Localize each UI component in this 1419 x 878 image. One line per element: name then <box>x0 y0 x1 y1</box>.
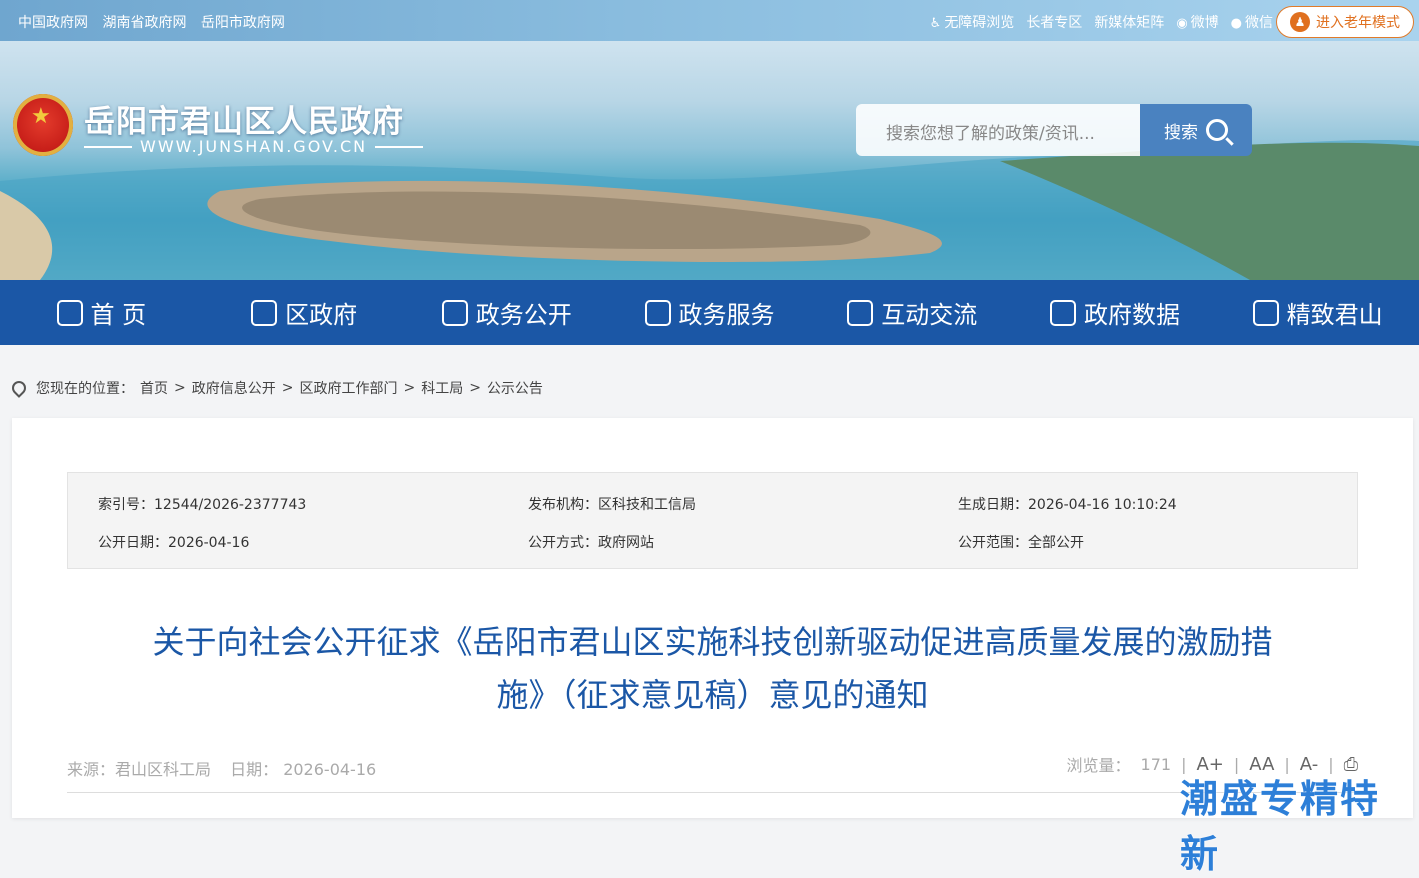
location-pin-icon <box>9 378 29 398</box>
accessible-link[interactable]: ♿ 无障碍浏览 <box>930 12 1015 32</box>
meta-index: 索引号：12544/2026-2377743 <box>98 497 307 513</box>
meta-public-date: 公开日期：2026-04-16 <box>98 535 250 551</box>
article-card: 索引号：12544/2026-2377743 发布机构：区科技和工信局 生成日期… <box>12 418 1413 818</box>
header-banner: 岳阳市君山区人民政府 WWW.JUNSHAN.GOV.CN 搜索您想了解的政策/… <box>0 41 1419 280</box>
chat-icon <box>847 299 874 326</box>
search-icon <box>1206 119 1228 141</box>
top-bar: 中国政府网 湖南省政府网 岳阳市政府网 ♿ 无障碍浏览 长者专区 新媒体矩阵 ◉ 微… <box>0 0 1419 41</box>
national-emblem-logo <box>13 94 73 156</box>
link-hunan-gov[interactable]: 湖南省政府网 <box>102 15 186 31</box>
nav-district-gov[interactable]: 区政府 <box>203 280 406 345</box>
wechat-link[interactable]: ● 微信 <box>1231 12 1273 32</box>
nav-interaction[interactable]: 互动交流 <box>811 280 1014 345</box>
home-icon <box>56 299 83 326</box>
nav-gov-affairs-open[interactable]: 政务公开 <box>405 280 608 345</box>
breadcrumb-departments[interactable]: 区政府工作部门 <box>299 378 397 398</box>
top-right-links: ♿ 无障碍浏览 长者专区 新媒体矩阵 ◉ 微博 ● 微信 <box>930 12 1273 32</box>
nav-home[interactable]: 首 页 <box>0 280 203 345</box>
top-links: 中国政府网 湖南省政府网 岳阳市政府网 <box>18 12 295 32</box>
building-icon <box>251 299 278 326</box>
search-input[interactable]: 搜索您想了解的政策/资讯... <box>856 104 1140 156</box>
link-yueyang-gov[interactable]: 岳阳市政府网 <box>201 15 285 31</box>
document-icon <box>441 299 468 326</box>
banner-landscape <box>0 139 1419 280</box>
meta-publisher: 发布机构：区科技和工信局 <box>528 497 696 513</box>
link-gov-cn[interactable]: 中国政府网 <box>18 15 88 31</box>
article-date: 日期： 2026-04-16 <box>230 760 377 779</box>
site-url: WWW.JUNSHAN.GOV.CN <box>84 137 424 156</box>
article-source-line: 来源：君山区科工局 日期： 2026-04-16 <box>67 756 390 780</box>
nav-gov-services[interactable]: 政务服务 <box>608 280 811 345</box>
url-divider-right <box>375 145 424 148</box>
meta-created: 生成日期：2026-04-16 10:10:24 <box>958 497 1177 513</box>
breadcrumb-info-open[interactable]: 政府信息公开 <box>192 378 276 398</box>
new-media-link[interactable]: 新媒体矩阵 <box>1094 12 1164 32</box>
article-source: 来源：君山区科工局 <box>67 760 212 779</box>
breadcrumb: 您现在的位置： 首页 > 政府信息公开 > 区政府工作部门 > 科工局 > 公示公告 <box>9 378 543 398</box>
meta-method: 公开方式：政府网站 <box>528 535 654 551</box>
content-divider <box>67 792 1358 793</box>
url-divider-left <box>84 145 132 148</box>
search-button[interactable]: 搜索 <box>1140 104 1252 156</box>
site-title: 岳阳市君山区人民政府 <box>84 104 404 140</box>
meta-scope: 公开范围：全部公开 <box>958 535 1084 551</box>
nav-gov-data[interactable]: 政府数据 <box>1014 280 1217 345</box>
meta-info-table: 索引号：12544/2026-2377743 发布机构：区科技和工信局 生成日期… <box>67 472 1358 569</box>
view-count: 171 <box>1140 754 1172 774</box>
nav-junshan[interactable]: 精致君山 <box>1216 280 1419 345</box>
article-title: 关于向社会公开征求《岳阳市君山区实施科技创新驱动促进高质量发展的激励措 施》（征… <box>152 623 1273 714</box>
weibo-link[interactable]: ◉ 微博 <box>1176 12 1218 32</box>
lotus-icon <box>1252 299 1279 326</box>
main-nav: 首 页 区政府 政务公开 政务服务 互动交流 政府数据 精致君山 <box>0 280 1419 345</box>
wheelchair-icon: ♿ <box>929 16 942 31</box>
elder-person-icon: ♟ <box>1290 12 1310 32</box>
chart-icon <box>1049 299 1076 326</box>
heart-hand-icon <box>644 299 671 326</box>
weibo-icon: ◉ <box>1176 16 1188 31</box>
watermark-overlay: 潮盛专精特新 <box>1180 777 1381 876</box>
breadcrumb-home[interactable]: 首页 <box>140 378 168 398</box>
breadcrumb-kegongju[interactable]: 科工局 <box>421 378 463 398</box>
elder-zone-link[interactable]: 长者专区 <box>1026 12 1082 32</box>
breadcrumb-notices[interactable]: 公示公告 <box>487 378 543 398</box>
wechat-icon: ● <box>1230 16 1242 31</box>
elder-mode-button[interactable]: ♟ 进入老年模式 <box>1276 6 1414 38</box>
